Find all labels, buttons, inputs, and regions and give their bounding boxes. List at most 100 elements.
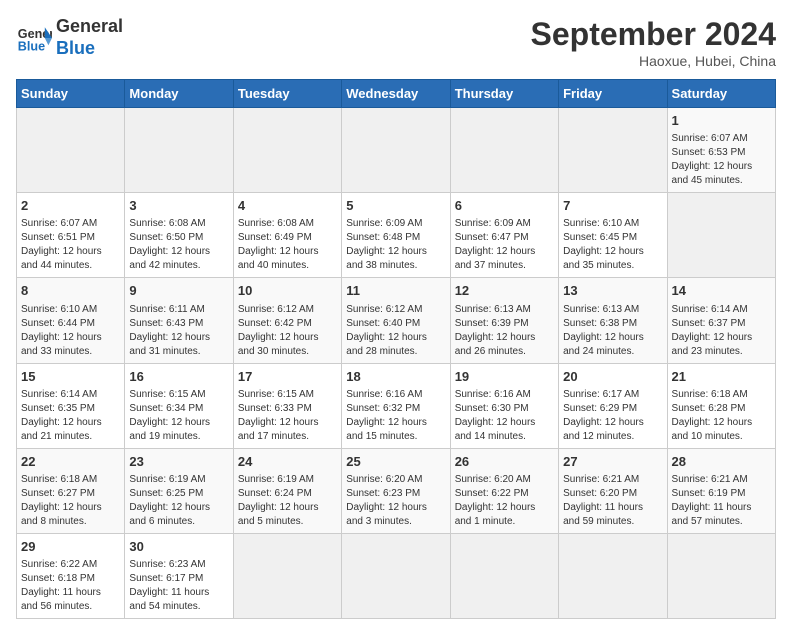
day-info: Sunrise: 6:14 AMSunset: 6:35 PMDaylight:… [21,388,120,444]
day-info: Sunrise: 6:21 AMSunset: 6:19 PMDaylight:… [672,473,771,529]
calendar-day-20: 20Sunrise: 6:17 AMSunset: 6:29 PMDayligh… [559,363,667,448]
day-of-week-monday: Monday [125,80,233,108]
day-number: 27 [563,453,662,471]
day-info: Sunrise: 6:08 AMSunset: 6:50 PMDaylight:… [129,217,228,273]
day-info: Sunrise: 6:19 AMSunset: 6:25 PMDaylight:… [129,473,228,529]
empty-day [667,533,775,618]
day-info: Sunrise: 6:18 AMSunset: 6:27 PMDaylight:… [21,473,120,529]
day-info: Sunrise: 6:15 AMSunset: 6:34 PMDaylight:… [129,388,228,444]
logo-icon: General Blue [16,20,52,56]
empty-day [233,533,341,618]
calendar-day-10: 10Sunrise: 6:12 AMSunset: 6:42 PMDayligh… [233,278,341,363]
calendar-day-25: 25 Sunrise: 6:20 AMSunset: 6:23 PMDayligh… [342,448,450,533]
day-info: Sunrise: 6:07 AMSunset: 6:53 PMDaylight:… [672,132,771,188]
empty-day [342,108,450,193]
day-number: 6 [455,197,554,215]
calendar-day-15: 15Sunrise: 6:14 AMSunset: 6:35 PMDayligh… [17,363,125,448]
day-info: Sunrise: 6:09 AMSunset: 6:47 PMDaylight:… [455,217,554,273]
day-info: Sunrise: 6:08 AMSunset: 6:49 PMDaylight:… [238,217,337,273]
calendar-day-8: 8 Sunrise: 6:10 AMSunset: 6:44 PMDaylight… [17,278,125,363]
day-info: Sunrise: 6:17 AMSunset: 6:29 PMDaylight:… [563,388,662,444]
calendar-day-4: 4 Sunrise: 6:08 AMSunset: 6:49 PMDaylight… [233,193,341,278]
calendar-day-6: 6 Sunrise: 6:09 AMSunset: 6:47 PMDaylight… [450,193,558,278]
logo-general: General [56,16,123,38]
empty-day [559,108,667,193]
day-number: 9 [129,282,228,300]
day-number: 7 [563,197,662,215]
calendar-day-17: 17 Sunrise: 6:15 AMSunset: 6:33 PMDayligh… [233,363,341,448]
empty-day [233,108,341,193]
day-info: Sunrise: 6:07 AMSunset: 6:51 PMDaylight:… [21,217,120,273]
calendar-day-14: 14 Sunrise: 6:14 AMSunset: 6:37 PMDayligh… [667,278,775,363]
day-info: Sunrise: 6:13 AMSunset: 6:39 PMDaylight:… [455,303,554,359]
title-block: September 2024 Haoxue, Hubei, China [531,16,776,69]
day-info: Sunrise: 6:16 AMSunset: 6:32 PMDaylight:… [346,388,445,444]
day-info: Sunrise: 6:14 AMSunset: 6:37 PMDaylight:… [672,303,771,359]
calendar-week-row: 22 Sunrise: 6:18 AMSunset: 6:27 PMDayligh… [17,448,776,533]
day-number: 30 [129,538,228,556]
day-number: 10 [238,282,337,300]
calendar-header-row: SundayMondayTuesdayWednesdayThursdayFrid… [17,80,776,108]
calendar-week-row: 8 Sunrise: 6:10 AMSunset: 6:44 PMDaylight… [17,278,776,363]
calendar-day-22: 22 Sunrise: 6:18 AMSunset: 6:27 PMDayligh… [17,448,125,533]
day-info: Sunrise: 6:10 AMSunset: 6:44 PMDaylight:… [21,303,120,359]
calendar-day-30: 30Sunrise: 6:23 AMSunset: 6:17 PMDayligh… [125,533,233,618]
day-number: 14 [672,282,771,300]
empty-day [450,533,558,618]
day-number: 21 [672,368,771,386]
month-title: September 2024 [531,16,776,53]
day-info: Sunrise: 6:20 AMSunset: 6:23 PMDaylight:… [346,473,445,529]
day-number: 11 [346,282,445,300]
calendar-day-13: 13 Sunrise: 6:13 AMSunset: 6:38 PMDayligh… [559,278,667,363]
calendar-day-27: 27Sunrise: 6:21 AMSunset: 6:20 PMDayligh… [559,448,667,533]
day-number: 17 [238,368,337,386]
day-number: 29 [21,538,120,556]
day-of-week-tuesday: Tuesday [233,80,341,108]
day-number: 4 [238,197,337,215]
empty-day [342,533,450,618]
calendar-week-row: 1 Sunrise: 6:07 AMSunset: 6:53 PMDaylight… [17,108,776,193]
day-number: 13 [563,282,662,300]
day-of-week-wednesday: Wednesday [342,80,450,108]
calendar-day-21: 21Sunrise: 6:18 AMSunset: 6:28 PMDayligh… [667,363,775,448]
page-header: General Blue General Blue September 2024… [16,16,776,69]
day-number: 5 [346,197,445,215]
day-number: 28 [672,453,771,471]
calendar-day-1: 1 Sunrise: 6:07 AMSunset: 6:53 PMDaylight… [667,108,775,193]
day-number: 1 [672,112,771,130]
empty-day [17,108,125,193]
svg-text:Blue: Blue [18,39,45,53]
day-number: 25 [346,453,445,471]
day-info: Sunrise: 6:11 AMSunset: 6:43 PMDaylight:… [129,303,228,359]
calendar-day-28: 28 Sunrise: 6:21 AMSunset: 6:19 PMDayligh… [667,448,775,533]
day-info: Sunrise: 6:13 AMSunset: 6:38 PMDaylight:… [563,303,662,359]
calendar-day-18: 18 Sunrise: 6:16 AMSunset: 6:32 PMDayligh… [342,363,450,448]
day-number: 26 [455,453,554,471]
day-info: Sunrise: 6:10 AMSunset: 6:45 PMDaylight:… [563,217,662,273]
calendar-day-9: 9 Sunrise: 6:11 AMSunset: 6:43 PMDaylight… [125,278,233,363]
day-number: 12 [455,282,554,300]
day-number: 16 [129,368,228,386]
day-info: Sunrise: 6:09 AMSunset: 6:48 PMDaylight:… [346,217,445,273]
calendar-day-2: 2Sunrise: 6:07 AMSunset: 6:51 PMDaylight… [17,193,125,278]
day-info: Sunrise: 6:19 AMSunset: 6:24 PMDaylight:… [238,473,337,529]
location: Haoxue, Hubei, China [531,53,776,69]
day-info: Sunrise: 6:15 AMSunset: 6:33 PMDaylight:… [238,388,337,444]
calendar-day-23: 23 Sunrise: 6:19 AMSunset: 6:25 PMDayligh… [125,448,233,533]
empty-day [125,108,233,193]
day-number: 23 [129,453,228,471]
day-number: 19 [455,368,554,386]
day-number: 18 [346,368,445,386]
day-of-week-saturday: Saturday [667,80,775,108]
calendar-day-5: 5 Sunrise: 6:09 AMSunset: 6:48 PMDaylight… [342,193,450,278]
day-info: Sunrise: 6:22 AMSunset: 6:18 PMDaylight:… [21,558,120,614]
day-number: 22 [21,453,120,471]
empty-day [559,533,667,618]
calendar-week-row: 29 Sunrise: 6:22 AMSunset: 6:18 PMDayligh… [17,533,776,618]
day-number: 24 [238,453,337,471]
calendar-day-26: 26Sunrise: 6:20 AMSunset: 6:22 PMDayligh… [450,448,558,533]
logo: General Blue General Blue [16,16,123,59]
day-number: 3 [129,197,228,215]
day-number: 8 [21,282,120,300]
calendar-week-row: 15Sunrise: 6:14 AMSunset: 6:35 PMDayligh… [17,363,776,448]
